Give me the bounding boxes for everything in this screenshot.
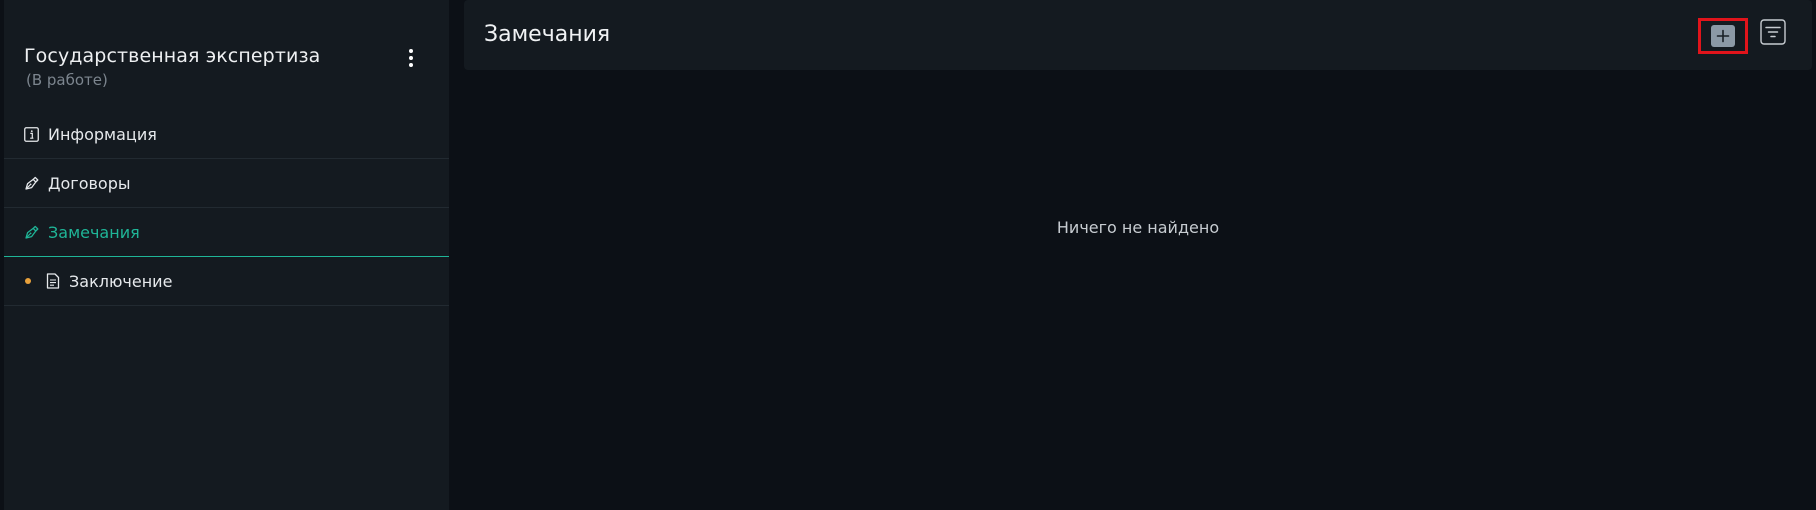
document-icon bbox=[44, 273, 61, 290]
more-options-icon[interactable] bbox=[403, 46, 419, 70]
pen-icon bbox=[23, 224, 40, 241]
sidebar: Государственная экспертиза (В работе) Ин… bbox=[4, 0, 449, 510]
page-title: Замечания bbox=[484, 22, 611, 47]
sidebar-item-label: Заключение bbox=[69, 271, 173, 291]
sidebar-item-label: Информация bbox=[48, 124, 157, 144]
sidebar-item-information[interactable]: Информация bbox=[4, 110, 449, 159]
project-title: Государственная экспертиза bbox=[24, 45, 321, 67]
plus-icon bbox=[1711, 25, 1735, 47]
project-header: Государственная экспертиза (В работе) bbox=[4, 0, 449, 102]
info-icon bbox=[23, 126, 40, 143]
empty-state-message: Ничего не найдено bbox=[1056, 218, 1220, 237]
sidebar-item-conclusion[interactable]: Заключение bbox=[4, 257, 449, 306]
filter-button[interactable] bbox=[1760, 19, 1786, 49]
add-remark-button[interactable] bbox=[1698, 18, 1748, 54]
app: Государственная экспертиза (В работе) Ин… bbox=[0, 0, 1816, 510]
sidebar-item-remarks[interactable]: Замечания bbox=[4, 208, 449, 257]
sidebar-item-label: Договоры bbox=[48, 173, 131, 193]
page-header: Замечания bbox=[464, 0, 1812, 70]
project-status: (В работе) bbox=[26, 71, 108, 89]
filter-icon bbox=[1760, 19, 1786, 49]
sidebar-item-contracts[interactable]: Договоры bbox=[4, 159, 449, 208]
status-dot bbox=[25, 278, 31, 284]
pen-icon bbox=[23, 175, 40, 192]
sidebar-nav: Информация Договоры Замечания Заключение bbox=[4, 110, 449, 306]
sidebar-item-label: Замечания bbox=[48, 222, 140, 242]
